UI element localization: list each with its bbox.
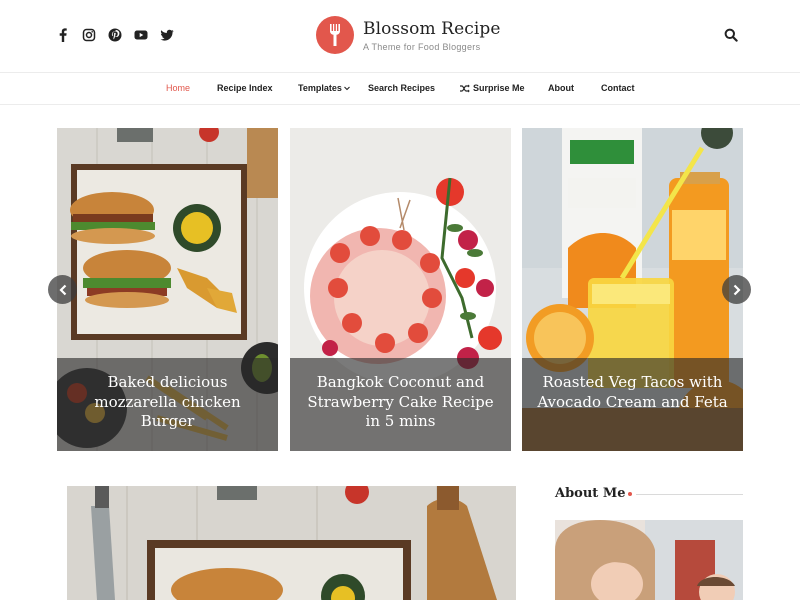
chevron-left-icon[interactable] bbox=[48, 275, 77, 304]
recipe-slider: Baked delicious mozzarella chicken Burge… bbox=[57, 128, 743, 451]
nav-label: Templates bbox=[298, 83, 342, 93]
slide-burger[interactable]: Baked delicious mozzarella chicken Burge… bbox=[57, 128, 278, 451]
slide-title: Baked delicious mozzarella chicken Burge… bbox=[94, 373, 241, 430]
pinterest-icon[interactable] bbox=[108, 28, 122, 42]
main-navigation: Home Recipe Index Templates Search Recip… bbox=[0, 73, 800, 104]
nav-label: Recipe Index bbox=[217, 83, 273, 93]
about-me-heading: About Me bbox=[555, 486, 626, 501]
heading-divider bbox=[636, 494, 743, 495]
site-tagline: A Theme for Food Bloggers bbox=[363, 41, 481, 52]
site-brand[interactable]: Blossom Recipe A Theme for Food Bloggers bbox=[316, 16, 501, 54]
nav-item-about[interactable]: About bbox=[548, 83, 574, 93]
social-links bbox=[56, 28, 174, 42]
burger-board-image bbox=[67, 486, 516, 600]
nav-item-search-recipes[interactable]: Search Recipes bbox=[368, 83, 435, 93]
author-photo-image bbox=[555, 520, 743, 600]
fork-logo-icon bbox=[316, 16, 354, 54]
nav-label: Surprise Me bbox=[473, 83, 525, 93]
nav-item-templates[interactable]: Templates bbox=[298, 83, 350, 93]
chevron-down-icon bbox=[343, 84, 350, 93]
slide-veg-tacos[interactable]: Roasted Veg Tacos with Avocado Cream and… bbox=[522, 128, 743, 451]
nav-item-home[interactable]: Home bbox=[166, 83, 190, 93]
nav-label: Home bbox=[166, 83, 191, 93]
slide-title: Roasted Veg Tacos with Avocado Cream and… bbox=[537, 373, 728, 411]
featured-post-image[interactable] bbox=[67, 486, 516, 600]
nav-item-recipe-index[interactable]: Recipe Index bbox=[217, 83, 273, 93]
twitter-icon[interactable] bbox=[160, 28, 174, 42]
nav-label: Contact bbox=[601, 83, 635, 93]
chevron-right-icon[interactable] bbox=[722, 275, 751, 304]
slide-coconut-strawberry[interactable]: Bangkok Coconut and Strawberry Cake Reci… bbox=[290, 128, 511, 451]
nav-label: Search Recipes bbox=[368, 83, 436, 93]
nav-divider bbox=[0, 104, 800, 105]
shuffle-icon bbox=[460, 84, 470, 92]
slide-title: Bangkok Coconut and Strawberry Cake Reci… bbox=[307, 373, 494, 430]
site-header: Blossom Recipe A Theme for Food Bloggers bbox=[0, 0, 800, 72]
youtube-icon[interactable] bbox=[134, 28, 148, 42]
about-me-photo[interactable] bbox=[555, 520, 743, 600]
nav-item-contact[interactable]: Contact bbox=[601, 83, 635, 93]
search-icon[interactable] bbox=[724, 28, 738, 42]
heading-dot bbox=[628, 492, 632, 496]
facebook-icon[interactable] bbox=[56, 28, 70, 42]
site-title: Blossom Recipe bbox=[363, 18, 501, 39]
instagram-icon[interactable] bbox=[82, 28, 96, 42]
nav-label: About bbox=[548, 83, 574, 93]
nav-item-surprise-me[interactable]: Surprise Me bbox=[460, 83, 525, 93]
